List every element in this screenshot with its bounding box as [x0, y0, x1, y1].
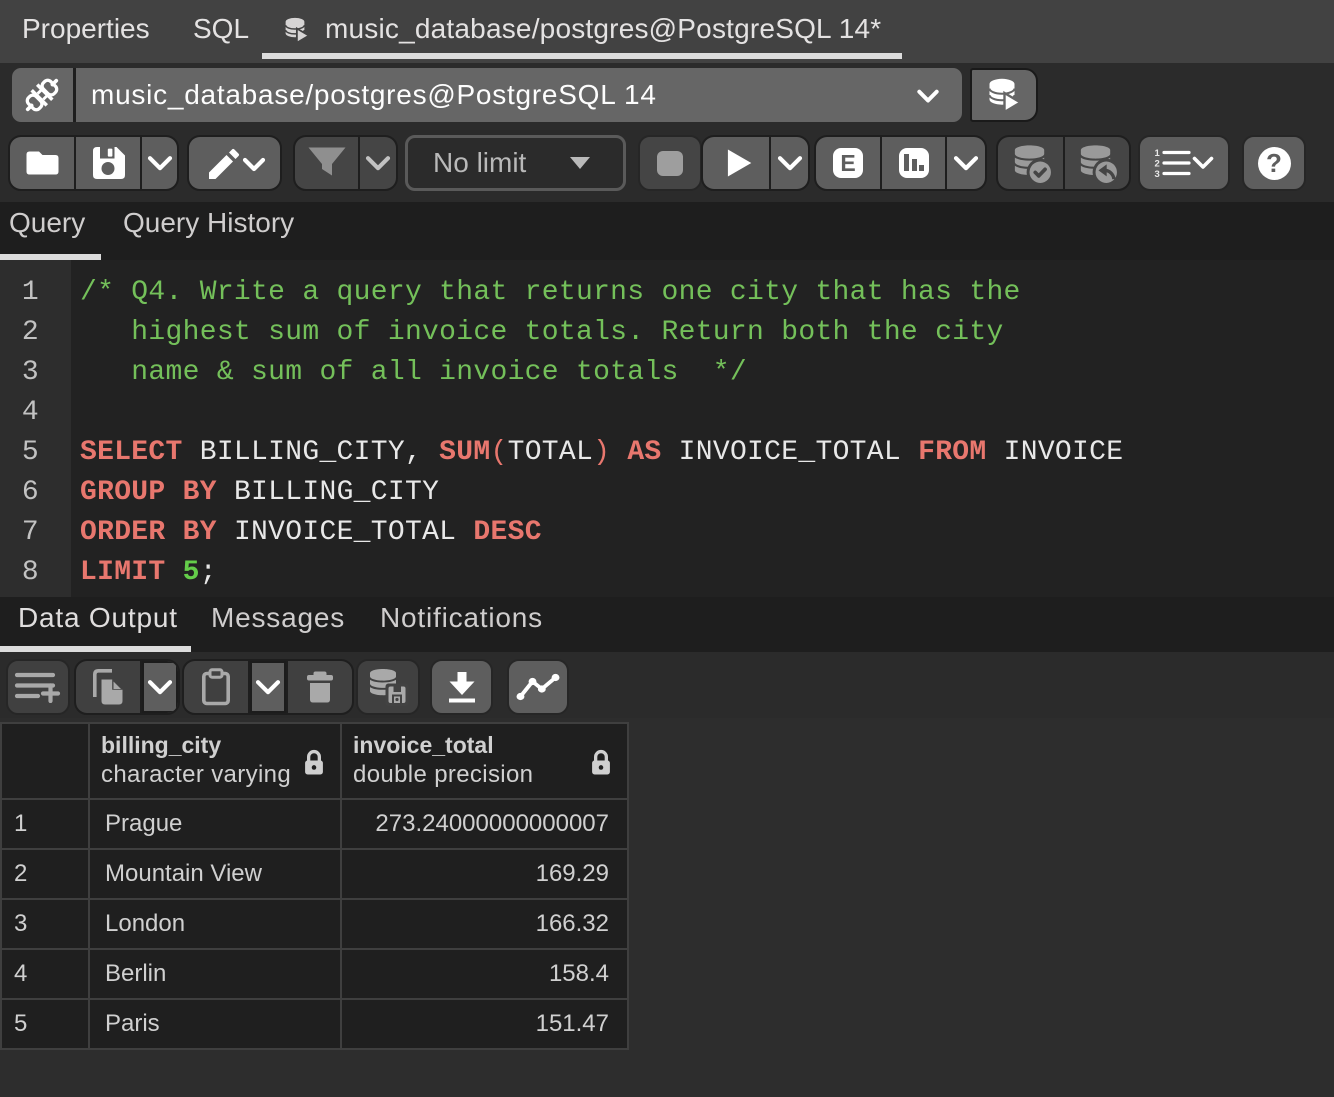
svg-text:1: 1	[1155, 148, 1161, 159]
svg-text:2: 2	[1155, 159, 1160, 170]
svg-text:3: 3	[1155, 169, 1160, 179]
